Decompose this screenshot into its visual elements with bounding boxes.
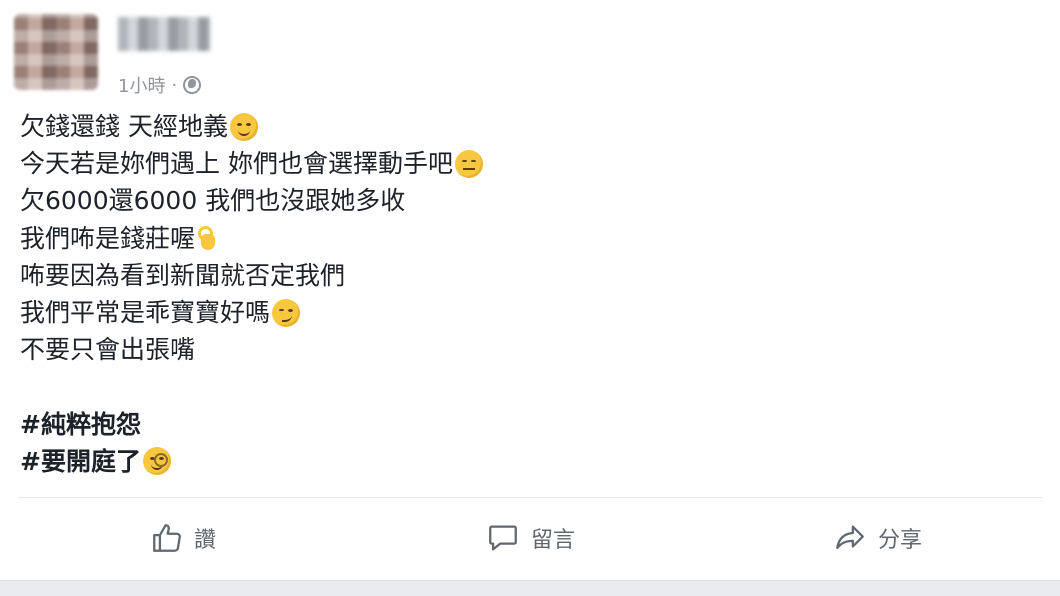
expressionless-face-icon: [454, 149, 483, 178]
post-line: 欠6000還6000 我們也沒跟她多收: [20, 182, 1020, 219]
post-line: 欠錢還錢 天經地義: [20, 108, 1020, 145]
post-line: 咘要因為看到新聞就否定我們: [20, 257, 1020, 294]
author-name-blurred[interactable]: [118, 17, 210, 51]
post-line-text: 不要只會出張嘴: [20, 335, 196, 365]
hashtag-link[interactable]: #要開庭了: [20, 443, 141, 480]
divider: [18, 497, 1042, 498]
comment-label: 留言: [530, 527, 575, 552]
hashtag-line: #純粹抱怨: [20, 406, 1020, 443]
meta-separator: ·: [171, 74, 178, 96]
avatar[interactable]: [14, 14, 98, 90]
comment-icon: [489, 525, 517, 551]
globe-icon[interactable]: [183, 76, 202, 94]
ok-hand-icon: [197, 224, 219, 252]
comment-button[interactable]: 留言: [365, 510, 695, 566]
post-line-text: 欠6000還6000 我們也沒跟她多收: [20, 186, 406, 216]
share-button[interactable]: 分享: [712, 510, 1042, 566]
post-line: 今天若是妳們遇上 妳們也會選擇動手吧: [20, 145, 1020, 182]
post-header: 1小時 ·: [14, 14, 614, 97]
thumbs-up-icon: [153, 524, 181, 552]
post-card: 1小時 · 欠錢還錢 天經地義 今天若是妳們遇上 妳們也會選擇動手吧 欠6000…: [0, 0, 1060, 581]
hashtag-line: #要開庭了: [20, 443, 1020, 480]
post-line: 不要只會出張嘴: [20, 331, 1020, 368]
post-line: 我們平常是乖寶寶好嗎: [20, 294, 1020, 331]
like-label: 讚: [193, 527, 216, 552]
like-button[interactable]: 讚: [18, 510, 348, 566]
hashtag-link[interactable]: #純粹抱怨: [20, 406, 141, 443]
monocle-face-icon: [142, 447, 171, 476]
post-line-text: 今天若是妳們遇上 妳們也會選擇動手吧: [20, 149, 453, 179]
post-time[interactable]: 1小時: [118, 72, 165, 98]
smiling-face-icon: [229, 112, 258, 141]
post-line-text: 我們咘是錢莊喔: [20, 223, 196, 253]
post-actions: 讚 留言 分享: [18, 508, 1042, 568]
post-line: 我們咘是錢莊喔: [20, 220, 1020, 257]
share-label: 分享: [877, 527, 922, 552]
post-line-text: 欠錢還錢 天經地義: [20, 112, 228, 141]
post-meta: 1小時 ·: [118, 72, 202, 98]
smirking-face-icon: [272, 298, 301, 327]
post-body: 欠錢還錢 天經地義 今天若是妳們遇上 妳們也會選擇動手吧 欠6000還6000 …: [20, 108, 1020, 480]
post-line-text: 咘要因為看到新聞就否定我們: [20, 260, 346, 290]
post-line-text: 我們平常是乖寶寶好嗎: [20, 297, 271, 327]
share-arrow-icon: [836, 525, 864, 550]
